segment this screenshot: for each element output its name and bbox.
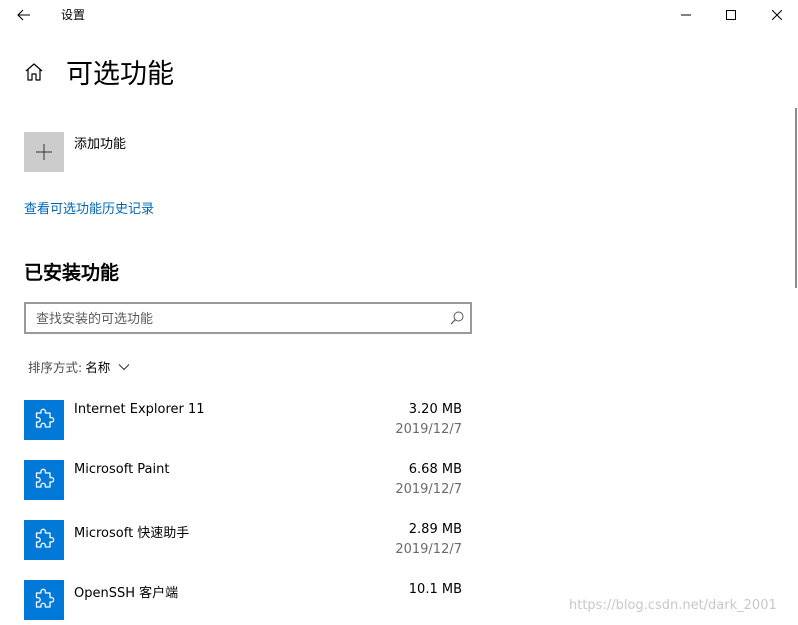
feature-item[interactable]: OpenSSH 客户端 10.1 MB xyxy=(24,580,464,625)
installed-features-list: Internet Explorer 11 3.20 MB 2019/12/7 M… xyxy=(24,400,464,625)
window-title: 设置 xyxy=(61,8,86,22)
feature-icon-tile xyxy=(24,520,64,560)
puzzle-piece-icon xyxy=(35,588,55,608)
installed-features-heading: 已安装功能 xyxy=(24,262,120,284)
feature-size: 10.1 MB xyxy=(408,582,462,597)
feature-icon-tile xyxy=(24,580,64,620)
add-feature-label[interactable]: 添加功能 xyxy=(74,133,126,152)
puzzle-piece-icon xyxy=(35,468,55,488)
search-box[interactable] xyxy=(24,302,472,334)
feature-icon-tile xyxy=(24,400,64,440)
feature-item[interactable]: Internet Explorer 11 3.20 MB 2019/12/7 xyxy=(24,400,464,460)
feature-date: 2019/12/7 xyxy=(395,482,462,497)
feature-icon-tile xyxy=(24,460,64,500)
minimize-icon xyxy=(681,14,691,16)
close-icon xyxy=(772,10,782,20)
add-feature-button[interactable]: 添加功能 xyxy=(24,132,126,172)
feature-item[interactable]: Microsoft Paint 6.68 MB 2019/12/7 xyxy=(24,460,464,520)
maximize-button[interactable] xyxy=(708,0,754,30)
feature-size: 6.68 MB xyxy=(408,462,462,477)
feature-date: 2019/12/7 xyxy=(395,422,462,437)
feature-name: Microsoft Paint xyxy=(74,462,170,477)
search-input[interactable] xyxy=(36,310,436,328)
close-button[interactable] xyxy=(754,0,798,30)
feature-date: 2019/12/7 xyxy=(395,542,462,557)
puzzle-piece-icon xyxy=(35,528,55,548)
feature-name: Microsoft 快速助手 xyxy=(74,526,190,541)
feature-name: Internet Explorer 11 xyxy=(74,402,205,417)
back-button[interactable] xyxy=(10,3,38,27)
maximize-icon xyxy=(726,10,736,20)
feature-size: 2.89 MB xyxy=(408,522,462,537)
back-arrow-icon xyxy=(17,9,30,21)
title-bar: 设置 xyxy=(0,0,798,30)
sort-label: 排序方式: xyxy=(28,360,83,375)
home-button[interactable] xyxy=(22,60,46,84)
plus-icon xyxy=(36,144,52,160)
feature-item[interactable]: Microsoft 快速助手 2.89 MB 2019/12/7 xyxy=(24,520,464,580)
minimize-button[interactable] xyxy=(663,0,709,30)
scrollbar[interactable] xyxy=(795,108,797,288)
feature-size: 3.20 MB xyxy=(408,402,462,417)
search-icon[interactable] xyxy=(449,310,465,326)
sort-dropdown[interactable]: 排序方式: 名称 xyxy=(28,357,130,376)
add-feature-tile[interactable] xyxy=(24,132,64,172)
sort-value[interactable]: 名称 xyxy=(85,357,110,376)
puzzle-piece-icon xyxy=(35,408,55,428)
feature-name: OpenSSH 客户端 xyxy=(74,586,179,601)
watermark: https://blog.csdn.net/dark_2001 xyxy=(569,598,777,613)
chevron-down-icon[interactable] xyxy=(118,363,130,371)
page-title: 可选功能 xyxy=(66,59,174,90)
home-icon xyxy=(25,63,43,81)
history-link[interactable]: 查看可选功能历史记录 xyxy=(24,198,154,217)
